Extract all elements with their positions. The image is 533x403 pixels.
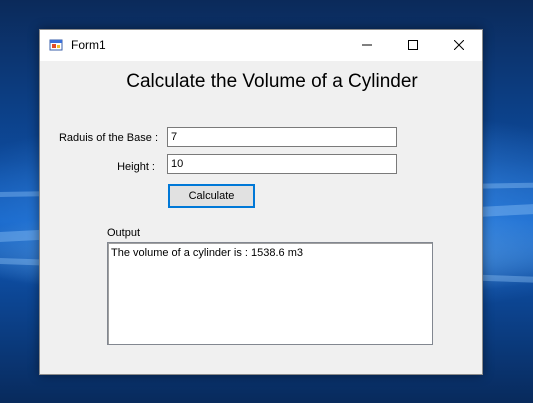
output-label: Output — [107, 227, 141, 239]
radius-label: Raduis of the Base : — [58, 132, 158, 144]
output-line: The volume of a cylinder is : 1538.6 m3 — [111, 247, 303, 259]
minimize-icon — [362, 44, 372, 46]
close-icon — [454, 40, 464, 50]
title-bar[interactable]: Form1 — [40, 30, 482, 61]
page-title: Calculate the Volume of a Cylinder — [126, 71, 418, 92]
maximize-button[interactable] — [390, 30, 436, 60]
form-window: Form1 Calculate the Volume of a Cylinder… — [39, 29, 483, 375]
maximize-icon — [408, 40, 418, 50]
height-input[interactable] — [167, 154, 397, 174]
window-title: Form1 — [71, 38, 106, 52]
minimize-button[interactable] — [344, 30, 390, 60]
close-button[interactable] — [436, 30, 482, 60]
winforms-app-icon — [49, 39, 63, 51]
calculate-button[interactable]: Calculate — [168, 184, 255, 208]
radius-input[interactable] — [167, 127, 397, 147]
height-label: Height : — [117, 161, 155, 173]
output-textbox[interactable]: The volume of a cylinder is : 1538.6 m3 — [107, 242, 433, 345]
